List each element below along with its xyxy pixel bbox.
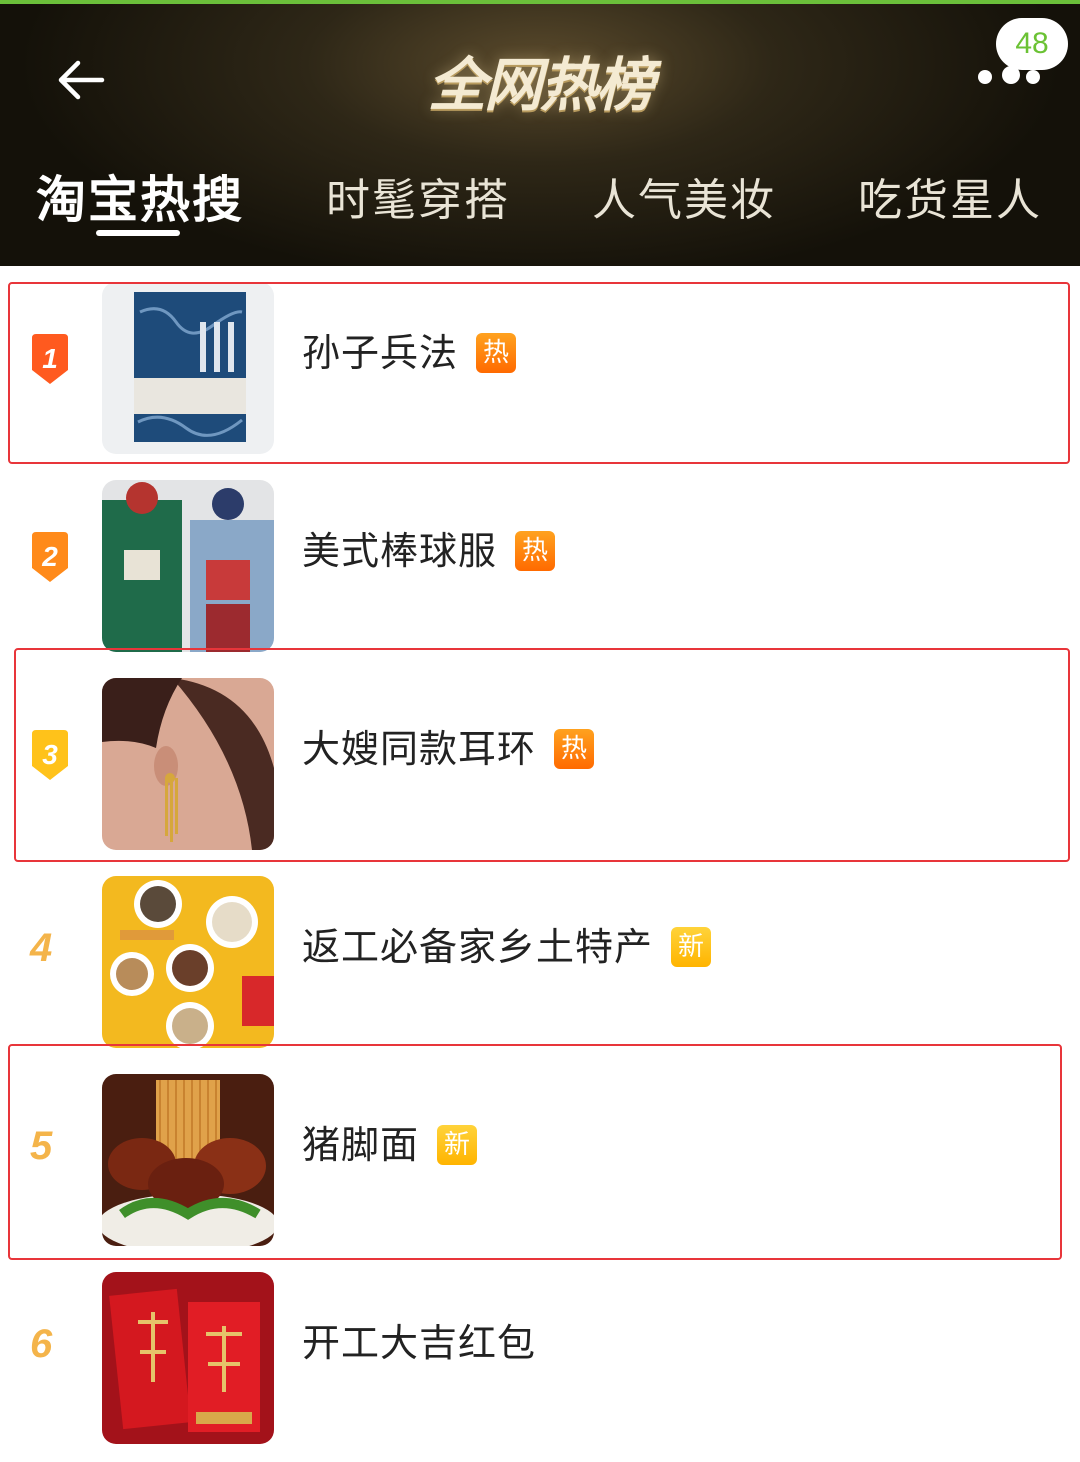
item-title-row: 孙子兵法热 <box>302 322 517 377</box>
svg-text:1: 1 <box>42 343 58 374</box>
product-thumbnail <box>102 1272 274 1444</box>
new-tag: 新 <box>671 926 712 967</box>
rank-badge: 3 <box>28 728 72 784</box>
item-title: 返工必备家乡土特产 <box>302 925 654 969</box>
svg-text:3: 3 <box>42 739 58 770</box>
hot-tag: 热 <box>476 332 517 373</box>
item-title: 开工大吉红包 <box>302 1321 537 1365</box>
item-title: 美式棒球服 <box>302 529 498 573</box>
item-title-row: 开工大吉红包 <box>302 1312 536 1367</box>
item-title-row: 大嫂同款耳环热 <box>302 718 595 773</box>
product-thumbnail <box>102 480 274 652</box>
item-title-row: 返工必备家乡土特产新 <box>302 916 712 971</box>
svg-text:2: 2 <box>41 541 58 572</box>
item-title: 大嫂同款耳环 <box>302 727 537 771</box>
item-title-row: 猪脚面新 <box>302 1114 478 1169</box>
rank-badge: 1 <box>28 332 72 388</box>
product-thumbnail <box>102 1074 274 1246</box>
hot-tag: 热 <box>554 728 595 769</box>
new-tag: 新 <box>437 1124 478 1165</box>
product-thumbnail <box>102 678 274 850</box>
active-tab-indicator <box>96 230 180 236</box>
tab-fashion[interactable]: 时髦穿搭 <box>326 164 510 228</box>
product-thumbnail <box>102 282 274 454</box>
list-item[interactable]: 5 猪脚面新 <box>0 1066 1080 1264</box>
item-title: 猪脚面 <box>302 1123 420 1167</box>
rank-number: 6 <box>30 1322 53 1366</box>
category-tabs: 淘宝热搜 时髦穿搭 人气美妆 吃货星人 <box>0 154 1080 244</box>
tab-foodie[interactable]: 吃货星人 <box>858 164 1042 228</box>
tab-beauty[interactable]: 人气美妆 <box>592 164 776 228</box>
notification-badge[interactable]: 48 <box>996 18 1068 70</box>
item-title: 孙子兵法 <box>302 331 459 375</box>
item-title-row: 美式棒球服热 <box>302 520 556 575</box>
list-item[interactable]: 3 大嫂同款耳环热 <box>0 670 1080 868</box>
page-title: 全网热榜 <box>427 51 654 119</box>
rank-badge: 2 <box>28 530 72 586</box>
list-item[interactable]: 6 开工大吉红包 <box>0 1264 1080 1462</box>
rank-number: 4 <box>30 926 53 970</box>
tab-taobao-hot[interactable]: 淘宝热搜 <box>36 160 244 232</box>
rank-number: 5 <box>30 1124 53 1168</box>
list-item[interactable]: 4 返工必备家乡土特产新 <box>0 868 1080 1066</box>
product-thumbnail <box>102 876 274 1048</box>
list-item[interactable]: 1 孙子兵法热 <box>0 274 1080 472</box>
list-item[interactable]: 2 美式棒球服热 <box>0 472 1080 670</box>
hot-tag: 热 <box>515 530 556 571</box>
top-header: 全网热榜 48 淘宝热搜 时髦穿搭 人气美妆 吃货星人 <box>0 0 1080 266</box>
